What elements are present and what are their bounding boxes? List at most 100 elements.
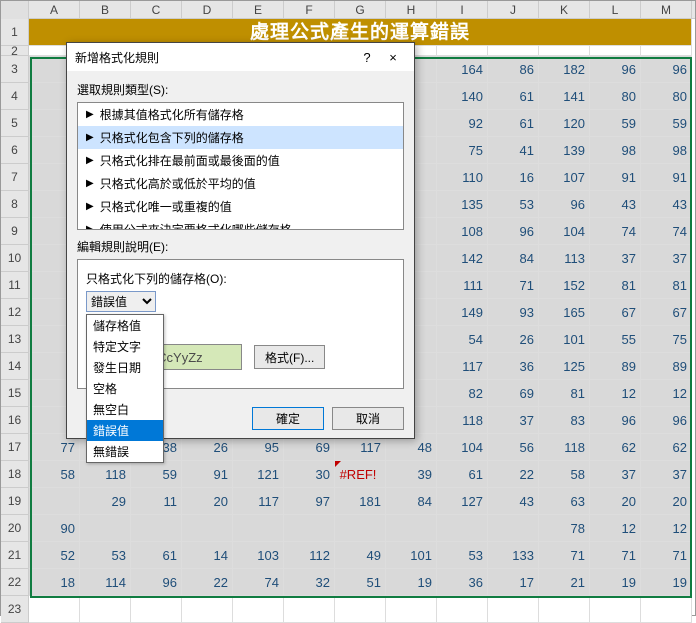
- cell[interactable]: 118: [437, 407, 488, 434]
- cell[interactable]: 61: [437, 461, 488, 488]
- cell[interactable]: 74: [590, 218, 641, 245]
- cell[interactable]: 118: [539, 434, 590, 461]
- cell[interactable]: 75: [437, 137, 488, 164]
- cell[interactable]: 12: [590, 515, 641, 542]
- cell[interactable]: 17: [488, 569, 539, 596]
- rule-type-item[interactable]: ▶只格式化包含下列的儲存格: [78, 126, 403, 149]
- cell[interactable]: 181: [335, 488, 386, 515]
- cell[interactable]: 103: [233, 542, 284, 569]
- cell[interactable]: 80: [590, 83, 641, 110]
- cell[interactable]: 37: [641, 461, 692, 488]
- cell[interactable]: 36: [488, 353, 539, 380]
- cell[interactable]: 142: [437, 245, 488, 272]
- format-button[interactable]: 格式(F)...: [254, 345, 325, 369]
- dialog-titlebar[interactable]: 新增格式化規則 ? ×: [67, 43, 414, 71]
- cell[interactable]: [386, 596, 437, 623]
- cell[interactable]: 20: [182, 488, 233, 515]
- cell[interactable]: 22: [182, 569, 233, 596]
- cell[interactable]: 81: [590, 272, 641, 299]
- dropdown-item[interactable]: 發生日期: [87, 357, 163, 378]
- cell[interactable]: 108: [437, 218, 488, 245]
- row-header[interactable]: 21: [1, 542, 29, 569]
- col-header[interactable]: K: [539, 1, 590, 18]
- cell[interactable]: 112: [284, 542, 335, 569]
- cell[interactable]: 12: [641, 515, 692, 542]
- rule-type-item[interactable]: ▶只格式化高於或低於平均的值: [78, 172, 403, 195]
- cell[interactable]: [182, 515, 233, 542]
- cell[interactable]: [437, 46, 488, 56]
- dropdown-item[interactable]: 無錯誤: [87, 441, 163, 462]
- cell[interactable]: 84: [488, 245, 539, 272]
- cell[interactable]: 19: [590, 569, 641, 596]
- row-header[interactable]: 7: [1, 164, 29, 191]
- cell[interactable]: 49: [335, 542, 386, 569]
- dropdown-item[interactable]: 空格: [87, 378, 163, 399]
- cell[interactable]: [641, 596, 692, 623]
- cell[interactable]: 78: [539, 515, 590, 542]
- cell[interactable]: 135: [437, 191, 488, 218]
- cell[interactable]: 96: [641, 56, 692, 83]
- cell[interactable]: 37: [590, 245, 641, 272]
- cell[interactable]: 104: [539, 218, 590, 245]
- cell[interactable]: [335, 596, 386, 623]
- col-header[interactable]: I: [437, 1, 488, 18]
- cell[interactable]: 117: [437, 353, 488, 380]
- dropdown-item[interactable]: 無空白: [87, 399, 163, 420]
- cell[interactable]: [590, 46, 641, 56]
- cell[interactable]: 117: [233, 488, 284, 515]
- cell[interactable]: 96: [641, 407, 692, 434]
- cell[interactable]: 32: [284, 569, 335, 596]
- cell[interactable]: 90: [29, 515, 80, 542]
- cell[interactable]: 19: [386, 569, 437, 596]
- cell[interactable]: 111: [437, 272, 488, 299]
- cell[interactable]: 37: [641, 245, 692, 272]
- col-header[interactable]: J: [488, 1, 539, 18]
- row-header[interactable]: 17: [1, 434, 29, 461]
- col-header[interactable]: C: [131, 1, 182, 18]
- cell[interactable]: 114: [80, 569, 131, 596]
- cell[interactable]: 96: [590, 407, 641, 434]
- cell[interactable]: 37: [488, 407, 539, 434]
- cell[interactable]: [488, 46, 539, 56]
- cell[interactable]: 104: [437, 434, 488, 461]
- cell[interactable]: 11: [131, 488, 182, 515]
- cancel-button[interactable]: 取消: [332, 407, 404, 430]
- cell[interactable]: 59: [590, 110, 641, 137]
- cell[interactable]: 63: [539, 488, 590, 515]
- cell[interactable]: [29, 488, 80, 515]
- cell[interactable]: 139: [539, 137, 590, 164]
- help-icon[interactable]: ?: [354, 50, 380, 65]
- cell[interactable]: 36: [437, 569, 488, 596]
- cell[interactable]: 127: [437, 488, 488, 515]
- cell[interactable]: 98: [590, 137, 641, 164]
- cell[interactable]: 59: [641, 110, 692, 137]
- cell[interactable]: [488, 515, 539, 542]
- cell[interactable]: 21: [539, 569, 590, 596]
- cell[interactable]: 71: [590, 542, 641, 569]
- cell[interactable]: 62: [590, 434, 641, 461]
- row-header[interactable]: 22: [1, 569, 29, 596]
- cell[interactable]: [80, 596, 131, 623]
- cell[interactable]: 120: [539, 110, 590, 137]
- cell[interactable]: [335, 515, 386, 542]
- cell[interactable]: [182, 596, 233, 623]
- row-header[interactable]: 20: [1, 515, 29, 542]
- cell[interactable]: 18: [29, 569, 80, 596]
- cell[interactable]: 74: [233, 569, 284, 596]
- cell[interactable]: 96: [131, 569, 182, 596]
- cell[interactable]: 61: [131, 542, 182, 569]
- cell[interactable]: 91: [182, 461, 233, 488]
- cell[interactable]: 89: [641, 353, 692, 380]
- cell[interactable]: 92: [437, 110, 488, 137]
- cell[interactable]: 91: [641, 164, 692, 191]
- cell[interactable]: 182: [539, 56, 590, 83]
- cell[interactable]: 58: [539, 461, 590, 488]
- cell[interactable]: 53: [488, 191, 539, 218]
- cell[interactable]: 110: [437, 164, 488, 191]
- cell[interactable]: 75: [641, 326, 692, 353]
- cell[interactable]: 152: [539, 272, 590, 299]
- cell[interactable]: [488, 596, 539, 623]
- cell[interactable]: 82: [437, 380, 488, 407]
- cell[interactable]: 12: [590, 380, 641, 407]
- cell[interactable]: 54: [437, 326, 488, 353]
